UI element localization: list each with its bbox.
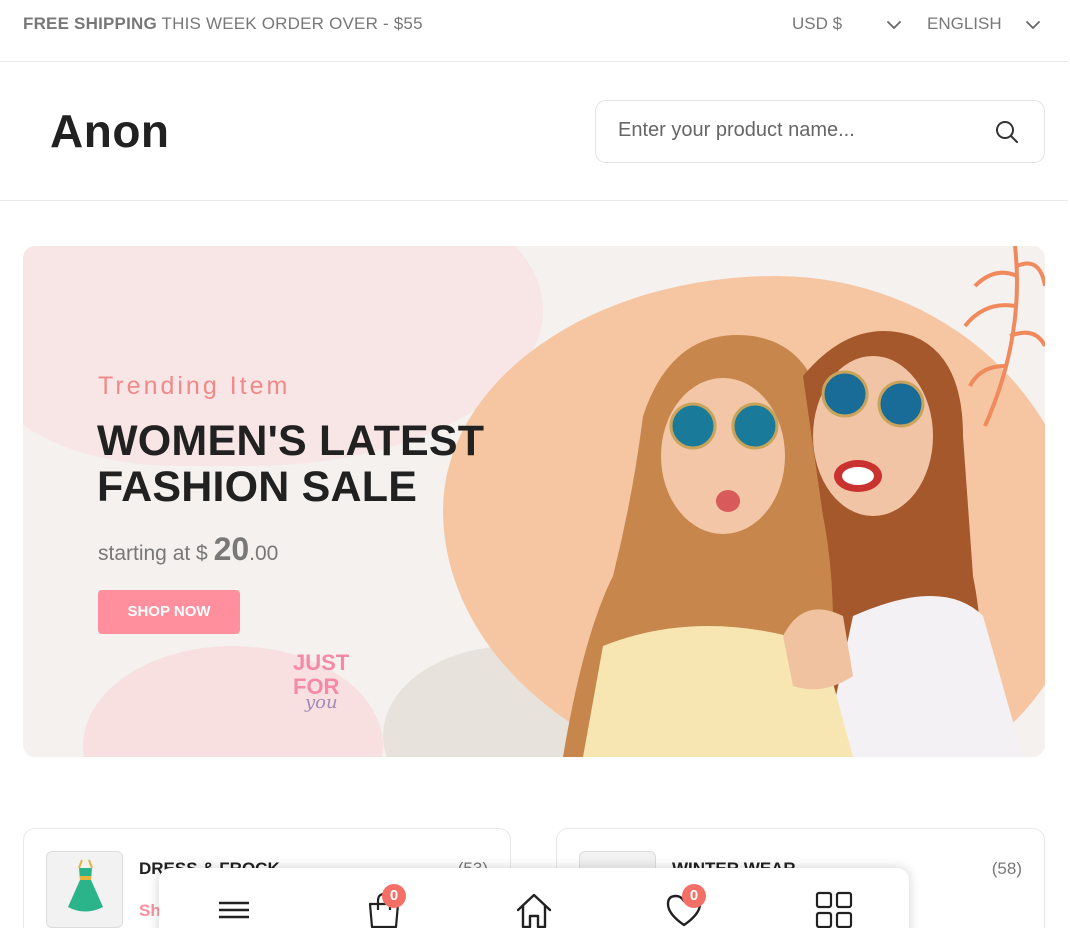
- shipping-notice: FREE SHIPPING THIS WEEK ORDER OVER - $55: [23, 14, 423, 34]
- category-thumbnail: [46, 851, 123, 928]
- search-input[interactable]: [618, 119, 978, 142]
- price-cents: .00: [249, 542, 279, 565]
- banner-price: starting at $ 20.00: [98, 531, 278, 568]
- shipping-notice-bold: FREE SHIPPING: [23, 14, 157, 33]
- heart-icon[interactable]: 0: [664, 884, 706, 928]
- grid-icon[interactable]: [814, 890, 854, 928]
- site-header: Anon: [0, 62, 1068, 201]
- dress-icon: [68, 859, 103, 912]
- banner-title: WOMEN'S LATEST FASHION SALE: [97, 418, 484, 510]
- wishlist-count-badge: 0: [682, 884, 706, 908]
- search-box: [595, 100, 1045, 163]
- just-for-you-sticker: JUST FOR you: [293, 650, 350, 713]
- home-icon[interactable]: [514, 890, 554, 928]
- bag-icon[interactable]: 0: [364, 884, 406, 928]
- language-select[interactable]: ENGLISH: [927, 14, 1002, 34]
- menu-icon[interactable]: [214, 890, 254, 928]
- hero-banner: Trending Item WOMEN'S LATEST FASHION SAL…: [23, 246, 1045, 757]
- shop-now-button[interactable]: SHOP NOW: [98, 590, 240, 634]
- banner-title-line: WOMEN'S LATEST: [97, 417, 485, 465]
- banner-title-line: FASHION SALE: [97, 463, 418, 511]
- search-icon[interactable]: [994, 119, 1020, 145]
- cart-count-badge: 0: [382, 884, 406, 908]
- category-count: (58): [991, 859, 1022, 878]
- chevron-down-icon[interactable]: [886, 17, 902, 33]
- sticker-text: you: [304, 692, 338, 713]
- currency-select[interactable]: USD $: [792, 14, 842, 34]
- sticker-text: JUST: [293, 650, 350, 675]
- shipping-notice-text: THIS WEEK ORDER OVER - $55: [156, 14, 423, 33]
- leaf-decoration: [963, 246, 1045, 427]
- top-bar: FREE SHIPPING THIS WEEK ORDER OVER - $55…: [0, 0, 1068, 62]
- site-logo[interactable]: Anon: [50, 104, 170, 158]
- price-prefix: starting at $: [98, 542, 214, 565]
- chevron-down-icon[interactable]: [1025, 17, 1041, 33]
- mobile-bottom-nav: 0 0: [159, 868, 909, 928]
- price-whole: 20: [213, 531, 250, 567]
- banner-subtitle: Trending Item: [98, 372, 291, 400]
